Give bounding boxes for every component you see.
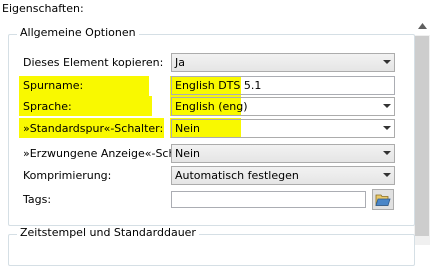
general-options-title: Allgemeine Optionen: [17, 26, 139, 39]
copy-element-value: Ja: [175, 56, 185, 69]
tags-input[interactable]: [172, 192, 365, 207]
copy-element-dropdown[interactable]: Ja: [171, 53, 395, 72]
folder-open-icon: [375, 194, 391, 206]
language-label: Sprache:: [23, 100, 72, 113]
language-dropdown[interactable]: English (eng): [171, 97, 395, 116]
scroll-up-button[interactable]: [414, 17, 430, 35]
chevron-down-icon: [383, 60, 391, 64]
panel-title: Eigenschaften:: [2, 2, 84, 15]
scrollbar-thumb[interactable]: [415, 36, 429, 236]
track-name-label: Spurname:: [23, 79, 84, 92]
forced-display-flag-value: Nein: [175, 147, 201, 160]
timestamp-group-title: Zeitstempel und Standarddauer: [17, 226, 199, 239]
tags-field[interactable]: [171, 191, 366, 208]
default-track-flag-label: »Standardspur«-Schalter:: [23, 122, 164, 135]
track-name-input[interactable]: [172, 77, 394, 94]
copy-element-label: Dieses Element kopieren:: [23, 56, 164, 69]
chevron-down-icon: [383, 104, 391, 108]
default-track-flag-dropdown[interactable]: Nein: [171, 119, 395, 138]
scroll-up-arrow-icon: [417, 23, 427, 29]
chevron-down-icon: [383, 173, 391, 177]
compression-label: Komprimierung:: [23, 169, 112, 182]
tags-browse-button[interactable]: [372, 189, 394, 210]
chevron-down-icon: [383, 151, 391, 155]
forced-display-flag-dropdown[interactable]: Nein: [171, 144, 395, 163]
tags-label: Tags:: [23, 193, 52, 206]
track-name-field[interactable]: [171, 76, 395, 95]
compression-dropdown[interactable]: Automatisch festlegen: [171, 166, 395, 185]
language-value: English (eng): [175, 100, 248, 113]
default-track-flag-value: Nein: [175, 122, 201, 135]
compression-value: Automatisch festlegen: [175, 169, 299, 182]
chevron-down-icon: [383, 126, 391, 130]
